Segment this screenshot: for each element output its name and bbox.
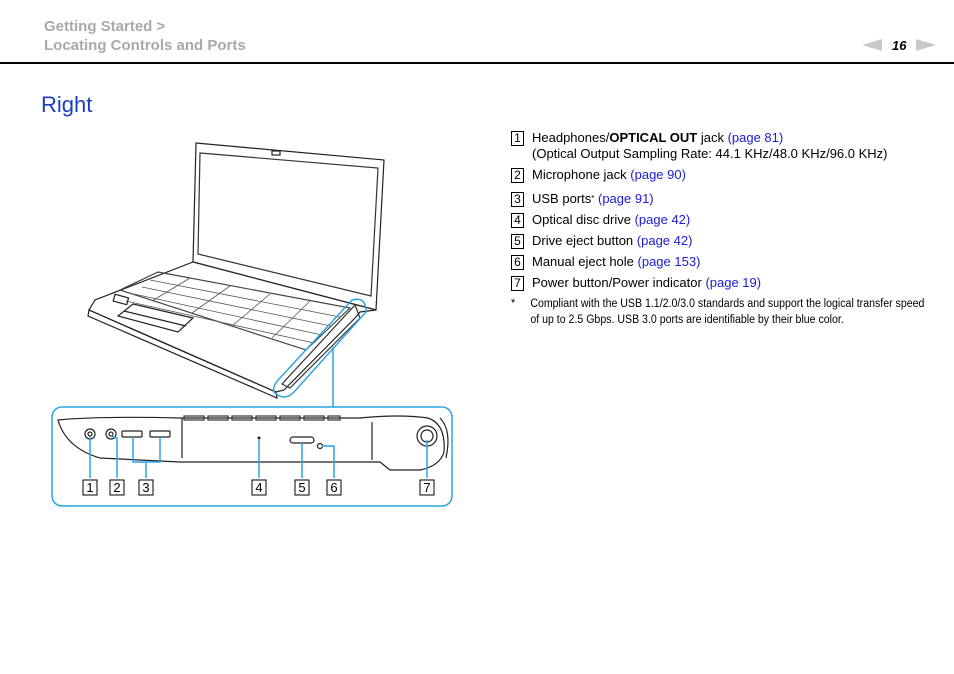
list-item: 7 Power button/Power indicator (page 19) (511, 275, 931, 291)
callout-6: 6 (330, 480, 337, 495)
page-link[interactable]: (page 91) (594, 191, 654, 206)
callout-5: 5 (298, 480, 305, 495)
callout-3: 3 (142, 480, 149, 495)
item-number: 1 (511, 131, 524, 146)
callout-7: 7 (423, 480, 430, 495)
item-subtext: (Optical Output Sampling Rate: 44.1 KHz/… (532, 146, 888, 161)
footnote-mark: * (511, 298, 516, 310)
list-item: 4 Optical disc drive (page 42) (511, 212, 931, 228)
page-link[interactable]: (page 42) (637, 233, 693, 248)
item-number: 4 (511, 213, 524, 228)
list-item: 1 Headphones/OPTICAL OUT jack (page 81) … (511, 130, 931, 162)
list-item: 6 Manual eject hole (page 153) (511, 254, 931, 270)
page-link[interactable]: (page 19) (705, 275, 761, 290)
port-list: 1 Headphones/OPTICAL OUT jack (page 81) … (511, 130, 931, 328)
page-link[interactable]: (page 153) (638, 254, 701, 269)
page-link[interactable]: (page 81) (728, 130, 784, 145)
item-number: 6 (511, 255, 524, 270)
list-item: 2 Microphone jack (page 90) (511, 167, 931, 183)
list-item: 3 USB ports* (page 91) (511, 191, 931, 207)
item-number: 3 (511, 192, 524, 207)
callout-labels: 1 2 3 4 5 6 7 (82, 479, 435, 496)
callout-2: 2 (113, 480, 120, 495)
page-link[interactable]: (page 90) (630, 167, 686, 182)
callout-4: 4 (255, 480, 262, 495)
item-number: 2 (511, 168, 524, 183)
callout-1: 1 (86, 480, 93, 495)
footnote: * Compliant with the USB 1.1/2.0/3.0 sta… (511, 296, 925, 328)
footnote-text: Compliant with the USB 1.1/2.0/3.0 stand… (530, 298, 925, 326)
list-item: 5 Drive eject button (page 42) (511, 233, 931, 249)
item-number: 7 (511, 276, 524, 291)
laptop-illustration: 1 2 3 4 5 6 7 (51, 142, 453, 507)
item-number: 5 (511, 234, 524, 249)
page-link[interactable]: (page 42) (635, 212, 691, 227)
